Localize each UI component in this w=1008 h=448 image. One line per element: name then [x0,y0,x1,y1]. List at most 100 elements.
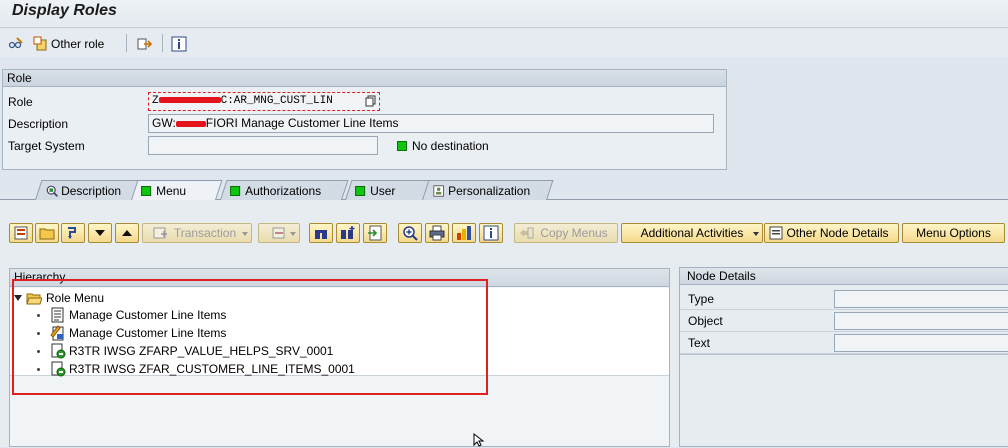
insert-folder-button[interactable] [35,223,59,243]
tab-authorizations-label: Authorizations [245,183,322,198]
move-up-button[interactable] [115,223,139,243]
copy-icon[interactable] [365,95,377,107]
transaction-button[interactable]: Transaction [142,223,252,243]
zoom-button[interactable] [398,223,422,243]
node-details-panel: Node Details Type Object Text [679,267,1008,447]
zoom-in-icon [403,226,418,241]
folder-icon [39,228,55,240]
binoculars-plus-icon [341,226,355,239]
status-green-icon [355,185,366,196]
menu-info-button[interactable] [479,223,503,243]
copy-menus-label: Copy Menus [540,226,608,240]
other-node-details-button[interactable]: Other Node Details [764,223,899,243]
title-bar: Display Roles [0,0,1008,28]
info-button[interactable] [171,34,187,54]
additional-activities-label: Additional Activities [640,226,744,240]
other-node-details-label: Other Node Details [786,226,889,240]
binoculars-icon [315,230,327,239]
copy-menus-button[interactable]: Copy Menus [514,223,618,243]
node-details-body [680,354,1008,448]
tab-personalization-label: Personalization [448,183,531,198]
delete-node-button[interactable] [258,223,300,243]
description-field[interactable]: GW: FIORI Manage Customer Line Items [148,114,714,133]
info-icon [483,225,499,241]
printer-icon [429,225,445,241]
role-label: Role [8,95,33,109]
application-toolbar: Other role [0,29,1008,57]
tab-user-label: User [370,183,396,198]
node-details-header: Node Details [680,268,1008,285]
role-group-header: Role [3,70,726,87]
node-type-row: Type [680,288,1008,310]
toolbar-separator [126,34,127,52]
dropdown-arrow-icon [753,232,759,236]
node-object-label: Object [688,314,723,328]
info-icon [171,36,187,52]
description-label: Description [8,117,69,131]
redaction-mark [175,120,206,127]
node-object-field[interactable] [834,312,1008,330]
import-button[interactable] [363,223,387,243]
destination-status-text: No destination [412,139,489,153]
tab-authorizations[interactable]: Authorizations [220,180,349,200]
status-green-icon [230,185,241,196]
menu-options-button[interactable]: Menu Options [902,223,1005,243]
delete-node-icon [272,227,285,239]
status-green-icon [141,185,152,196]
node-details-icon [769,226,783,240]
magnifier-document-icon [46,185,58,197]
transaction-button-label: Transaction [173,226,237,240]
other-object-icon [33,36,47,51]
mouse-cursor-icon [473,433,485,447]
add-transaction-icon [153,227,167,239]
highlight-box [12,279,488,395]
tab-user[interactable]: User [345,180,432,200]
node-type-label: Type [688,292,715,306]
role-value-suffix: C:AR_MNG_CUST_LIN [220,95,333,107]
description-suffix: FIORI Manage Customer Line Items [205,116,399,130]
node-type-field[interactable] [834,290,1008,308]
rename-icon [68,227,76,239]
transport-icon [137,38,153,50]
tab-menu-label: Menu [156,183,187,198]
menu-options-label: Menu Options [916,226,991,240]
personalization-icon [433,184,444,197]
move-down-button[interactable] [88,223,112,243]
arrow-down-icon [95,230,105,236]
import-icon [368,225,382,241]
expand-all-button[interactable] [9,223,33,243]
print-button[interactable] [425,223,449,243]
bar-chart-icon [457,226,471,240]
target-system-label: Target System [8,139,85,153]
other-role-label: Other role [51,37,105,51]
dropdown-arrow-icon [290,232,296,236]
tab-description-label: Description [61,183,122,198]
chart-button[interactable] [452,223,476,243]
tab-menu[interactable]: Menu [131,180,223,200]
node-text-field[interactable] [834,334,1008,352]
glasses-pencil-icon [8,37,23,49]
redaction-mark [158,97,221,104]
dropdown-arrow-icon [242,232,248,236]
display-change-button[interactable] [8,34,24,54]
role-field[interactable]: Z C:AR_MNG_CUST_LIN [148,92,380,111]
transport-button[interactable] [137,34,153,54]
toolbar-separator [162,34,163,52]
role-value-prefix: Z [152,95,159,107]
role-group-box: Role Role Z C:AR_MNG_CUST_LIN Description… [2,69,727,170]
node-text-row: Text [680,332,1008,354]
window-title: Display Roles [12,2,117,19]
description-prefix: GW: [152,116,176,130]
rename-node-button[interactable] [61,223,85,243]
find-button[interactable] [309,223,333,243]
additional-activities-button[interactable]: Additional Activities [621,223,763,243]
other-role-button[interactable]: Other role [33,34,104,54]
copy-menus-icon [520,227,534,239]
arrow-up-icon [122,230,132,236]
tab-personalization[interactable]: Personalization [422,180,554,200]
target-system-field[interactable] [148,136,378,155]
node-object-row: Object [680,310,1008,332]
node-text-label: Text [688,336,711,350]
find-next-button[interactable] [336,223,360,243]
tree-expand-icon [14,226,28,240]
